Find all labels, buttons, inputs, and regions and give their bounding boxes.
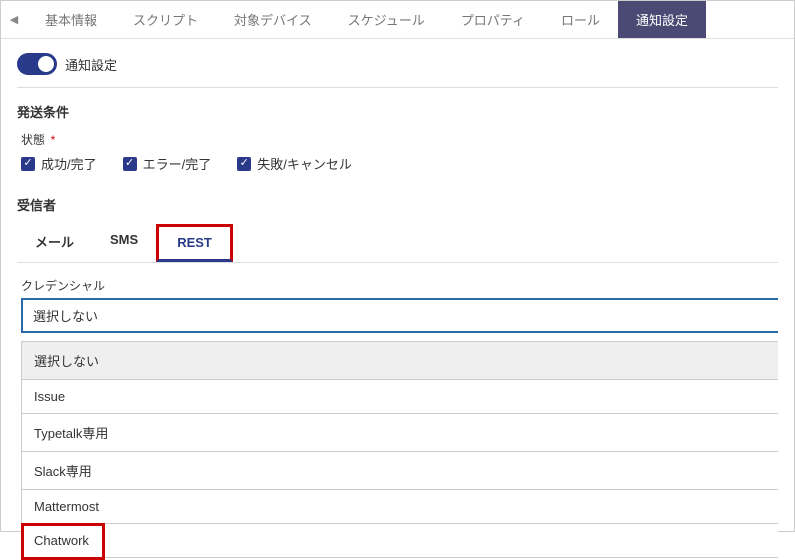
cb-label: 成功/完了 bbox=[41, 154, 97, 173]
conditions-title: 発送条件 bbox=[17, 102, 778, 121]
tab-script[interactable]: スクリプト bbox=[115, 1, 216, 38]
sub-tab-bar: メール SMS REST bbox=[17, 224, 778, 263]
credential-select[interactable]: 選択しない bbox=[21, 298, 778, 333]
toggle-label: 通知設定 bbox=[65, 55, 117, 74]
tab-notification[interactable]: 通知設定 bbox=[618, 1, 706, 38]
recipients-title: 受信者 bbox=[17, 195, 778, 214]
dd-option-typetalk[interactable]: Typetalk専用 bbox=[22, 414, 778, 452]
toggle-row: 通知設定 bbox=[17, 53, 778, 88]
dd-option-chatwork[interactable]: Chatwork bbox=[22, 524, 778, 558]
dd-option-slack[interactable]: Slack専用 bbox=[22, 452, 778, 490]
tab-basic-info[interactable]: 基本情報 bbox=[27, 1, 115, 38]
credential-dropdown: 選択しない Issue Typetalk専用 Slack専用 Mattermos… bbox=[21, 341, 778, 558]
cb-fail[interactable]: ✓ 失敗/キャンセル bbox=[237, 154, 352, 173]
tab-schedule[interactable]: スケジュール bbox=[330, 1, 443, 38]
dd-option-mattermost[interactable]: Mattermost bbox=[22, 490, 778, 524]
tab-target-device[interactable]: 対象デバイス bbox=[216, 1, 330, 38]
cb-label: エラー/完了 bbox=[143, 154, 212, 173]
sub-tab-mail[interactable]: メール bbox=[17, 224, 92, 262]
sub-tab-sms[interactable]: SMS bbox=[92, 224, 156, 262]
notification-toggle[interactable] bbox=[17, 53, 57, 75]
credential-label: クレデンシャル bbox=[21, 277, 778, 294]
tab-scroll-left[interactable]: ◀ bbox=[1, 1, 27, 38]
checkbox-icon: ✓ bbox=[123, 157, 137, 171]
checkbox-icon: ✓ bbox=[237, 157, 251, 171]
sub-tab-rest[interactable]: REST bbox=[156, 224, 233, 262]
credential-block: クレデンシャル 選択しない 選択しない Issue Typetalk専用 Sla… bbox=[21, 277, 778, 558]
state-field: 状態 * bbox=[21, 131, 778, 148]
cb-error[interactable]: ✓ エラー/完了 bbox=[123, 154, 212, 173]
dd-option-none[interactable]: 選択しない bbox=[22, 342, 778, 380]
tab-property[interactable]: プロパティ bbox=[443, 1, 543, 38]
content-area: 通知設定 発送条件 状態 * ✓ 成功/完了 ✓ エラー/完了 ✓ 失敗/キャン… bbox=[1, 39, 794, 558]
tab-role[interactable]: ロール bbox=[543, 1, 618, 38]
checkbox-icon: ✓ bbox=[21, 157, 35, 171]
dd-option-issue[interactable]: Issue bbox=[22, 380, 778, 414]
checkbox-row: ✓ 成功/完了 ✓ エラー/完了 ✓ 失敗/キャンセル bbox=[21, 154, 778, 173]
state-label: 状態 bbox=[21, 131, 45, 148]
main-tab-bar: ◀ 基本情報 スクリプト 対象デバイス スケジュール プロパティ ロール 通知設… bbox=[1, 1, 794, 39]
cb-success[interactable]: ✓ 成功/完了 bbox=[21, 154, 97, 173]
toggle-knob bbox=[38, 56, 54, 72]
cb-label: 失敗/キャンセル bbox=[257, 154, 352, 173]
required-asterisk: * bbox=[51, 133, 56, 147]
